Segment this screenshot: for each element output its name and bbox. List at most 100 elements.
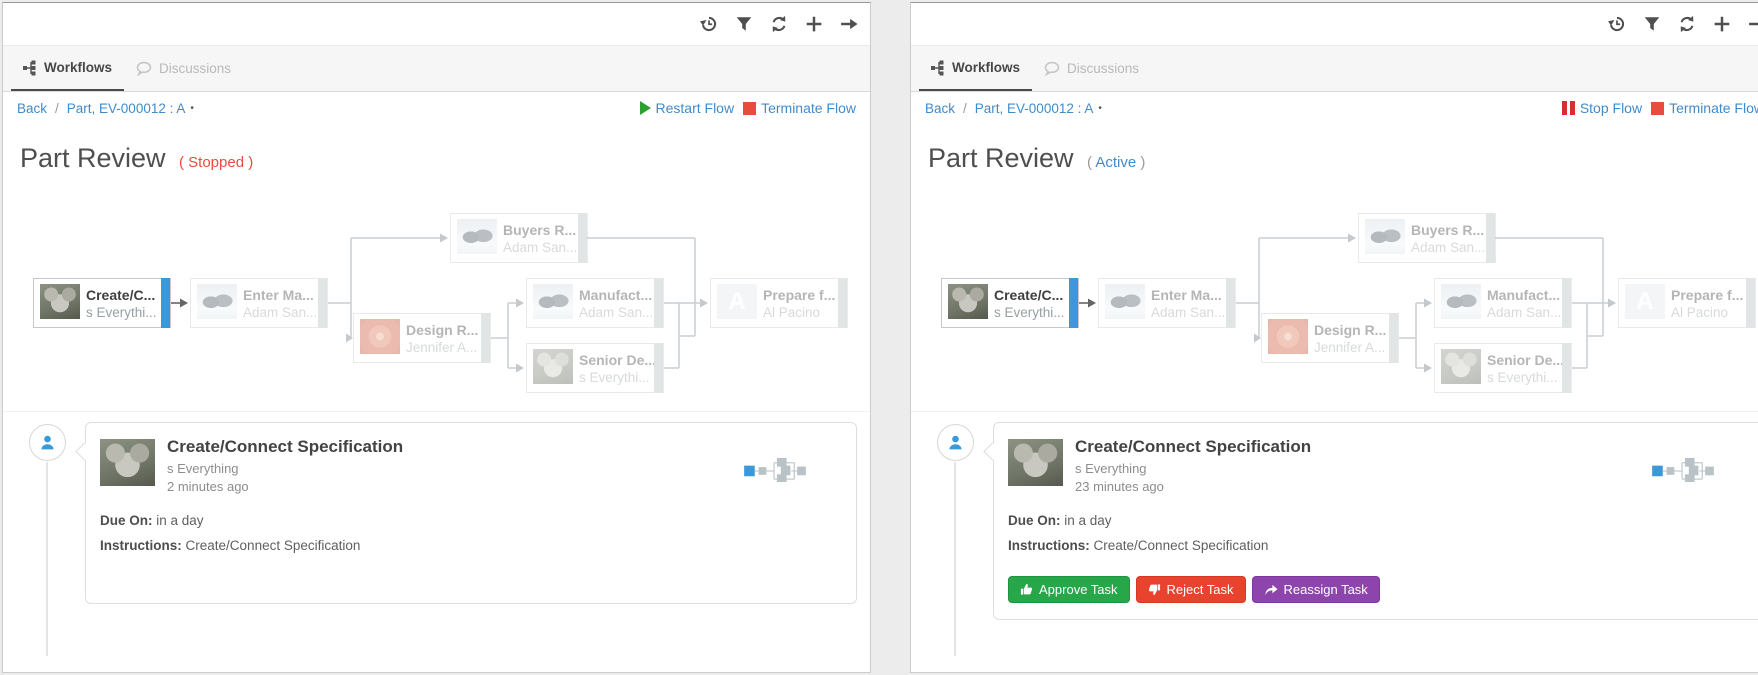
task-time-ago: 23 minutes ago [1075, 479, 1164, 494]
tab-workflows[interactable]: Workflows [919, 46, 1032, 91]
instructions-row: Instructions: Create/Connect Specificati… [100, 538, 360, 553]
node-title: Prepare f... [763, 287, 835, 303]
workflow-node-prepare[interactable]: A Prepare f... Al Pacino [1618, 278, 1756, 328]
refresh-icon[interactable] [770, 15, 788, 33]
timeline-line [954, 462, 956, 656]
node-state-bar [578, 213, 587, 263]
letter-avatar: A [1625, 284, 1665, 319]
panel-toolbar [3, 3, 870, 46]
breadcrumb-current-link[interactable]: Part, EV-000012 : A [975, 101, 1094, 116]
approve-task-button[interactable]: Approve Task [1008, 576, 1130, 603]
panel-toolbar [911, 3, 1758, 46]
terminate-flow-link[interactable]: Terminate Flow [1651, 100, 1758, 116]
person-icon [39, 434, 56, 451]
breadcrumb-back-link[interactable]: Back [925, 101, 955, 116]
node-state-bar [1069, 278, 1078, 328]
tab-discussions-label: Discussions [1067, 61, 1139, 76]
node-state-bar [1226, 278, 1235, 328]
node-assignee: Adam San... [1411, 240, 1485, 255]
node-assignee: Adam San... [1151, 305, 1225, 320]
workflow-node-buyers[interactable]: Buyers R... Adam San... [1358, 213, 1496, 263]
workflow-node-design[interactable]: Design R... Jennifer A... [353, 313, 491, 363]
timeline-line [46, 462, 48, 656]
reassign-task-button[interactable]: Reassign Task [1252, 576, 1380, 603]
reassign-arrow-icon [1264, 584, 1278, 596]
task-card: Create/Connect Specification s Everythin… [993, 422, 1758, 620]
workflow-node-enter-ma[interactable]: Enter Ma... Adam San... [190, 278, 328, 328]
stop-flow-link[interactable]: Stop Flow [1562, 100, 1642, 116]
koala-avatar [533, 349, 573, 384]
workflow-node-senior[interactable]: Senior De... s Everythi... [526, 343, 664, 393]
workflow-node-senior[interactable]: Senior De... s Everythi... [1434, 343, 1572, 393]
task-actions: Approve Task Reject Task Reassign Task [1008, 576, 1380, 603]
workflow-node-prepare[interactable]: A Prepare f... Al Pacino [710, 278, 848, 328]
workflow-node-create-connect[interactable]: Create/C... s Everythi... [941, 278, 1079, 328]
node-title: Enter Ma... [243, 287, 314, 303]
node-title: Enter Ma... [1151, 287, 1222, 303]
tab-workflows-label: Workflows [952, 60, 1020, 75]
add-icon[interactable] [1713, 15, 1731, 33]
node-assignee: Adam San... [1487, 305, 1561, 320]
task-avatar-koala [100, 439, 155, 486]
breadcrumb: Back / Part, EV-000012 : A • Stop Flow T… [911, 92, 1758, 124]
mini-workflow-icon [744, 456, 806, 488]
node-state-bar [1562, 278, 1571, 328]
node-state-bar [318, 278, 327, 328]
node-state-bar [1562, 343, 1571, 393]
koala-avatar [948, 284, 988, 319]
node-assignee: s Everythi... [86, 305, 157, 320]
node-state-bar [1389, 313, 1398, 363]
stop-square-icon [1651, 102, 1664, 115]
node-assignee: Adam San... [503, 240, 577, 255]
node-assignee: s Everythi... [1487, 370, 1558, 385]
history-icon[interactable] [1608, 15, 1626, 33]
breadcrumb-back-link[interactable]: Back [17, 101, 47, 116]
forward-arrow-icon[interactable] [1748, 15, 1758, 33]
filter-icon[interactable] [735, 15, 753, 33]
node-state-bar [654, 343, 663, 393]
node-title: Design R... [406, 322, 478, 338]
penguin-avatar [1105, 284, 1145, 319]
node-title: Create/C... [86, 287, 155, 303]
diagram-divider [3, 411, 870, 412]
breadcrumb-current-link[interactable]: Part, EV-000012 : A [67, 101, 186, 116]
restart-flow-link[interactable]: Restart Flow [640, 100, 735, 116]
tab-discussions[interactable]: Discussions [124, 46, 243, 91]
workflow-node-manufact[interactable]: Manufact... Adam San... [526, 278, 664, 328]
node-title: Buyers R... [1411, 222, 1484, 238]
node-assignee: Adam San... [243, 305, 317, 320]
tab-discussions[interactable]: Discussions [1032, 46, 1151, 91]
diagram-divider [911, 411, 1758, 412]
node-assignee: s Everythi... [994, 305, 1065, 320]
refresh-icon[interactable] [1678, 15, 1696, 33]
user-badge [937, 424, 974, 461]
workflow-node-enter-ma[interactable]: Enter Ma... Adam San... [1098, 278, 1236, 328]
letter-avatar: A [717, 284, 757, 319]
node-state-bar [481, 313, 490, 363]
terminate-flow-link[interactable]: Terminate Flow [743, 100, 856, 116]
workflow-node-create-connect[interactable]: Create/C... s Everythi... [33, 278, 171, 328]
node-state-bar [1486, 213, 1495, 263]
breadcrumb-separator: / [963, 101, 967, 116]
add-icon[interactable] [805, 15, 823, 33]
tab-workflows[interactable]: Workflows [11, 46, 124, 91]
page-title-row: Part Review ( Stopped ) [20, 143, 253, 174]
workflow-node-buyers[interactable]: Buyers R... Adam San... [450, 213, 588, 263]
breadcrumb-separator: / [55, 101, 59, 116]
flow-actions: Restart Flow Terminate Flow [640, 100, 857, 116]
penguin-avatar [1365, 219, 1405, 254]
node-state-bar [654, 278, 663, 328]
card-pointer [75, 442, 93, 460]
tab-bar: Workflows Discussions [3, 46, 870, 92]
card-pointer [983, 442, 1001, 460]
reject-task-button[interactable]: Reject Task [1136, 576, 1246, 603]
workflow-node-design[interactable]: Design R... Jennifer A... [1261, 313, 1399, 363]
workflow-panel-stopped: Workflows Discussions Back / Part, EV-00… [2, 2, 871, 673]
history-icon[interactable] [700, 15, 718, 33]
node-assignee: Adam San... [579, 305, 653, 320]
node-title: Design R... [1314, 322, 1386, 338]
forward-arrow-icon[interactable] [840, 15, 858, 33]
stop-square-icon [743, 102, 756, 115]
filter-icon[interactable] [1643, 15, 1661, 33]
workflow-node-manufact[interactable]: Manufact... Adam San... [1434, 278, 1572, 328]
